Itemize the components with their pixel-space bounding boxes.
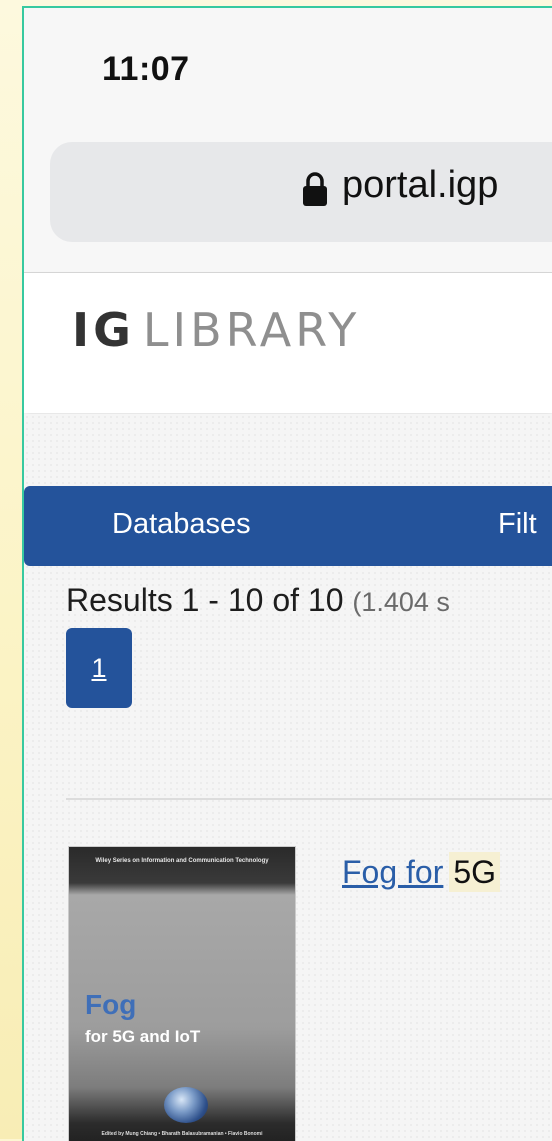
- ig-library-logo[interactable]: IG LIBRARY: [72, 303, 360, 357]
- logo-ig: IG: [72, 303, 135, 357]
- site-header: IG LIBRARY: [24, 273, 552, 413]
- lock-icon: [303, 172, 327, 206]
- browser-chrome: 11:07 portal.igp: [24, 8, 552, 273]
- phone-screen: 11:07 portal.igp IG LIBRARY Databases Fil…: [22, 6, 552, 1141]
- url-bar[interactable]: portal.igp: [50, 142, 552, 242]
- cover-subtitle: for 5G and IoT: [85, 1027, 201, 1046]
- cover-editors: Edited by Mung Chiang • Bharath Balasubr…: [101, 1131, 263, 1137]
- nav-databases[interactable]: Databases: [112, 508, 251, 541]
- main-content: Databases Filt Results 1 - 10 of 10 (1.4…: [24, 414, 552, 1141]
- result-title-highlight[interactable]: 5G: [449, 852, 501, 892]
- cover-title: Fog: [85, 989, 137, 1020]
- result-title-link[interactable]: Fog for: [342, 854, 443, 890]
- nav-filter[interactable]: Filt: [498, 508, 537, 541]
- results-count: Results 1 - 10 of 10: [66, 582, 344, 618]
- url-text: portal.igp: [342, 164, 499, 206]
- logo-library: LIBRARY: [142, 303, 361, 357]
- status-time: 11:07: [102, 50, 190, 88]
- result-title[interactable]: Fog for 5G: [342, 852, 501, 892]
- results-time: (1.404 s: [352, 587, 450, 617]
- main-navbar: Databases Filt: [24, 486, 552, 566]
- book-cover-image[interactable]: Wiley Series on Information and Communic…: [68, 846, 296, 1141]
- globe-icon: [164, 1087, 208, 1123]
- results-summary: Results 1 - 10 of 10 (1.404 s: [66, 582, 450, 619]
- page-1-button[interactable]: 1: [66, 628, 132, 708]
- results-divider: [66, 798, 552, 800]
- cover-series-text: Wiley Series on Information and Communic…: [95, 858, 269, 864]
